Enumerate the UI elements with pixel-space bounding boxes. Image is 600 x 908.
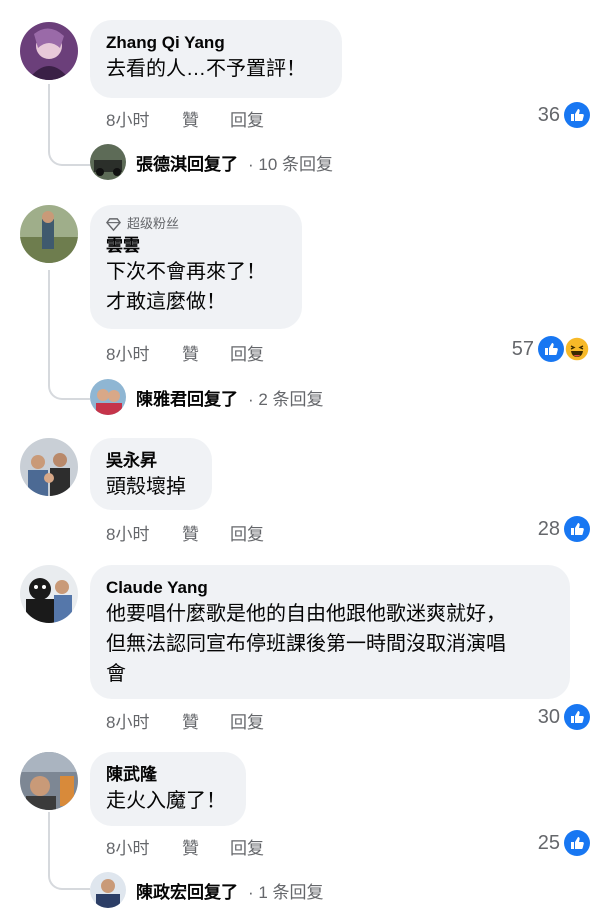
reply-link[interactable]: 回复 xyxy=(230,520,264,545)
comment-actions: 8小时 贊 回复 xyxy=(106,520,264,545)
like-link[interactable]: 贊 xyxy=(182,106,230,131)
reply-link[interactable]: 回复 xyxy=(230,340,264,365)
comment-text-line-3: 會 xyxy=(106,663,126,685)
reaction-count: 57 xyxy=(511,337,534,360)
comment-bubble: 吳永昇 頭殼壞掉 xyxy=(90,438,212,510)
like-link[interactable]: 贊 xyxy=(182,520,230,545)
comment-actions: 8小时 贊 回复 xyxy=(106,106,264,131)
comment-text: 去看的人…不予置評！ xyxy=(106,58,306,80)
reaction-summary[interactable]: 57 xyxy=(512,336,590,362)
comment-text-line-2: 但無法認同宣布停班課後第一時間沒取消演唱 xyxy=(106,633,506,655)
haha-reaction-icon xyxy=(564,336,590,362)
comment-bubble: Claude Yang 他要唱什麼歌是他的自由他跟他歌迷爽就好， 但無法認同宣布… xyxy=(90,565,570,699)
reaction-count: 28 xyxy=(537,517,560,540)
reaction-summary[interactable]: 30 xyxy=(538,704,590,730)
like-reaction-icon xyxy=(538,336,564,362)
badge-label: 超级粉丝 xyxy=(127,216,180,231)
thread-connector xyxy=(48,84,90,166)
reaction-count: 30 xyxy=(537,705,560,728)
reaction-count: 25 xyxy=(537,831,560,854)
comment-text-line-1: 他要唱什麼歌是他的自由他跟他歌迷爽就好， xyxy=(106,603,506,625)
like-reaction-icon xyxy=(564,516,590,542)
comment-author[interactable]: Zhang Qi Yang xyxy=(106,32,326,54)
reaction-summary[interactable]: 25 xyxy=(538,830,590,856)
comment-actions: 8小时 贊 回复 xyxy=(106,708,264,733)
reply-count: · 2 条回复 xyxy=(248,389,324,409)
comment-text: 走火入魔了！ xyxy=(106,790,226,812)
like-link[interactable]: 贊 xyxy=(182,340,230,365)
like-link[interactable]: 贊 xyxy=(182,834,230,859)
reply-avatar xyxy=(90,144,126,180)
like-link[interactable]: 贊 xyxy=(182,708,230,733)
like-reaction-icon xyxy=(564,102,590,128)
comment-actions: 8小时 贊 回复 xyxy=(106,340,264,365)
reaction-summary[interactable]: 28 xyxy=(538,516,590,542)
replies-summary[interactable]: 陳政宏回复了 · 1 条回复 xyxy=(90,872,324,908)
top-fan-badge: 超级粉丝 xyxy=(106,215,286,233)
comment-author[interactable]: Claude Yang xyxy=(106,577,554,599)
comment-text-line-2: 才敢這麼做！ xyxy=(106,291,226,313)
replies-summary[interactable]: 張德淇回复了 · 10 条回复 xyxy=(90,144,333,180)
comment-text: 頭殼壞掉 xyxy=(106,476,186,498)
reply-link[interactable]: 回复 xyxy=(230,834,264,859)
comment-author[interactable]: 陳武隆 xyxy=(106,764,230,786)
comment-time[interactable]: 8小时 xyxy=(106,834,182,859)
comment-bubble: 超级粉丝 雲雲 下次不會再來了！ 才敢這麼做！ xyxy=(90,205,302,329)
comment-author[interactable]: 吳永昇 xyxy=(106,450,196,472)
diamond-icon xyxy=(106,217,121,231)
comment-time[interactable]: 8小时 xyxy=(106,106,182,131)
reply-author: 張德淇回复了 xyxy=(136,154,238,174)
avatar[interactable] xyxy=(20,205,78,263)
comment-bubble: Zhang Qi Yang 去看的人…不予置評！ xyxy=(90,20,342,98)
avatar[interactable] xyxy=(20,752,78,810)
comment-time[interactable]: 8小时 xyxy=(106,340,182,365)
reply-link[interactable]: 回复 xyxy=(230,106,264,131)
reply-author: 陳雅君回复了 xyxy=(136,389,238,409)
comment-bubble: 陳武隆 走火入魔了！ xyxy=(90,752,246,826)
like-reaction-icon xyxy=(564,704,590,730)
comment-actions: 8小时 贊 回复 xyxy=(106,834,264,859)
reply-author: 陳政宏回复了 xyxy=(136,882,238,902)
comment-text-line-1: 下次不會再來了！ xyxy=(106,261,266,283)
reaction-count: 36 xyxy=(537,103,560,126)
comment-author[interactable]: 雲雲 xyxy=(106,235,286,257)
avatar[interactable] xyxy=(20,22,78,80)
thread-connector xyxy=(48,812,90,890)
like-reaction-icon xyxy=(564,830,590,856)
replies-summary[interactable]: 陳雅君回复了 · 2 条回复 xyxy=(90,379,324,415)
reaction-summary[interactable]: 36 xyxy=(538,102,590,128)
reply-link[interactable]: 回复 xyxy=(230,708,264,733)
reply-count: · 10 条回复 xyxy=(248,154,334,174)
thread-connector xyxy=(48,270,90,400)
reply-avatar xyxy=(90,379,126,415)
reply-count: · 1 条回复 xyxy=(248,882,324,902)
reply-avatar xyxy=(90,872,126,908)
avatar[interactable] xyxy=(20,565,78,623)
avatar[interactable] xyxy=(20,438,78,496)
comment-time[interactable]: 8小时 xyxy=(106,708,182,733)
comment-time[interactable]: 8小时 xyxy=(106,520,182,545)
